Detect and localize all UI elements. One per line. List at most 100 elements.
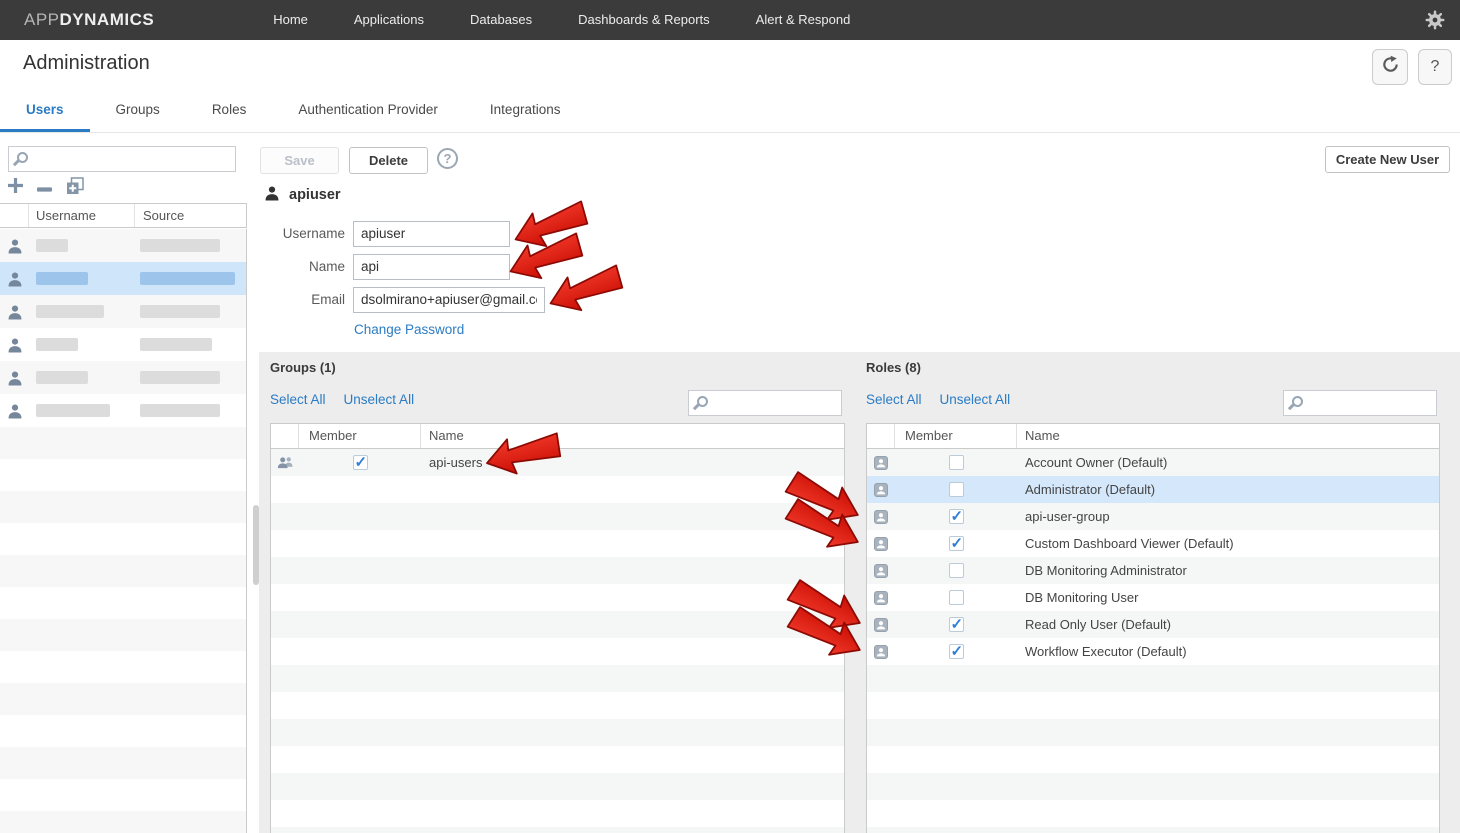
context-help-icon[interactable]: ?: [437, 148, 458, 169]
member-checkbox[interactable]: [949, 563, 964, 578]
name-column-header: Name: [421, 424, 844, 448]
row-name: DB Monitoring User: [1017, 590, 1439, 605]
roles-row-account-owner-default[interactable]: Account Owner (Default): [867, 449, 1439, 476]
user-row[interactable]: [0, 394, 246, 427]
roles-row-workflow-executor-default[interactable]: Workflow Executor (Default): [867, 638, 1439, 665]
user-row[interactable]: [0, 262, 246, 295]
member-checkbox[interactable]: [949, 455, 964, 470]
email-label: Email: [260, 292, 345, 307]
groups-search-input[interactable]: [715, 392, 839, 414]
member-checkbox[interactable]: [353, 455, 368, 470]
tab-groups[interactable]: Groups: [90, 89, 186, 132]
row-name: Custom Dashboard Viewer (Default): [1017, 536, 1439, 551]
groups-search: [688, 390, 842, 416]
username-field[interactable]: [353, 221, 510, 247]
question-mark-icon: ?: [1431, 58, 1440, 76]
roles-table-header: Member Name: [867, 424, 1439, 449]
user-row[interactable]: [0, 229, 246, 262]
help-button[interactable]: ?: [1418, 49, 1452, 85]
member-checkbox[interactable]: [949, 590, 964, 605]
change-password-link[interactable]: Change Password: [354, 322, 464, 337]
roles-search-input[interactable]: [1310, 392, 1434, 414]
user-row[interactable]: [0, 361, 246, 394]
roles-row-administrator-default[interactable]: Administrator (Default): [867, 476, 1439, 503]
name-form-row: Name: [260, 253, 510, 280]
roles-row-read-only-user-default[interactable]: Read Only User (Default): [867, 611, 1439, 638]
user-icon: [0, 337, 29, 353]
groups-unselect-all-link[interactable]: Unselect All: [344, 392, 415, 407]
role-icon: [867, 537, 895, 551]
delete-button[interactable]: Delete: [349, 147, 428, 174]
nav-item-dashboards-reports[interactable]: Dashboards & Reports: [555, 0, 733, 40]
row-name: api-user-group: [1017, 509, 1439, 524]
nav-item-alert-respond[interactable]: Alert & Respond: [733, 0, 874, 40]
tab-roles[interactable]: Roles: [186, 89, 273, 132]
refresh-icon: [1381, 55, 1400, 79]
redacted-username: [36, 404, 110, 417]
username-form-row: Username: [260, 220, 510, 247]
tab-authentication-provider[interactable]: Authentication Provider: [272, 89, 464, 132]
sidebar-search-input[interactable]: [35, 148, 233, 170]
groups-row-api-users[interactable]: api-users: [271, 449, 844, 476]
member-checkbox[interactable]: [949, 536, 964, 551]
groups-table-header: Member Name: [271, 424, 844, 449]
nav-item-applications[interactable]: Applications: [331, 0, 447, 40]
role-icon: [867, 510, 895, 524]
roles-empty-rows: [867, 665, 1439, 833]
redacted-username: [36, 305, 104, 318]
nav-item-databases[interactable]: Databases: [447, 0, 555, 40]
roles-row-custom-dashboard-viewer-default[interactable]: Custom Dashboard Viewer (Default): [867, 530, 1439, 557]
roles-row-api-user-group[interactable]: api-user-group: [867, 503, 1439, 530]
user-row[interactable]: [0, 295, 246, 328]
roles-row-db-monitoring-administrator[interactable]: DB Monitoring Administrator: [867, 557, 1439, 584]
name-label: Name: [260, 259, 345, 274]
create-new-user-button[interactable]: Create New User: [1325, 146, 1450, 173]
roles-select-all-link[interactable]: Select All: [866, 392, 922, 407]
member-checkbox[interactable]: [949, 509, 964, 524]
email-field[interactable]: [353, 287, 545, 313]
groups-select-all-link[interactable]: Select All: [270, 392, 326, 407]
groups-empty-rows: [271, 476, 844, 833]
tab-users[interactable]: Users: [0, 89, 90, 132]
roles-row-db-monitoring-user[interactable]: DB Monitoring User: [867, 584, 1439, 611]
users-sidebar: Username Source: [0, 133, 260, 833]
role-icon: [867, 456, 895, 470]
tab-integrations[interactable]: Integrations: [464, 89, 587, 132]
remove-user-icon-button[interactable]: [37, 179, 52, 197]
save-button[interactable]: Save: [260, 147, 339, 174]
duplicate-user-icon-button[interactable]: [66, 177, 84, 200]
member-checkbox[interactable]: [949, 482, 964, 497]
top-nav: APPDYNAMICS HomeApplicationsDatabasesDas…: [0, 0, 1460, 40]
redacted-username: [36, 272, 88, 285]
add-user-icon-button[interactable]: [8, 178, 23, 198]
user-icon: [0, 403, 29, 419]
nav-menu: HomeApplicationsDatabasesDashboards & Re…: [250, 0, 873, 40]
roles-rows: Account Owner (Default)Administrator (De…: [867, 449, 1439, 665]
row-name: Workflow Executor (Default): [1017, 644, 1439, 659]
roles-search: [1283, 390, 1437, 416]
redacted-username: [36, 239, 68, 252]
role-icon: [867, 645, 895, 659]
groups-table: Member Name api-users: [270, 423, 845, 833]
user-heading: apiuser: [289, 187, 341, 203]
source-column-header: Source: [135, 204, 246, 227]
group-icon: [271, 456, 299, 469]
row-name: Read Only User (Default): [1017, 617, 1439, 632]
redacted-source: [140, 272, 235, 285]
user-row[interactable]: [0, 328, 246, 361]
groups-rows: api-users: [271, 449, 844, 476]
page-title: Administration: [23, 52, 150, 75]
user-list-empty-rows: [0, 427, 246, 833]
member-checkbox[interactable]: [949, 617, 964, 632]
name-field[interactable]: [353, 254, 510, 280]
row-name: api-users: [421, 455, 844, 470]
nav-item-home[interactable]: Home: [250, 0, 331, 40]
gear-icon[interactable]: [1425, 10, 1445, 30]
roles-unselect-all-link[interactable]: Unselect All: [940, 392, 1011, 407]
refresh-button[interactable]: [1372, 49, 1408, 85]
role-icon: [867, 618, 895, 632]
member-checkbox[interactable]: [949, 644, 964, 659]
redacted-username: [36, 371, 88, 384]
user-icon: [264, 185, 280, 205]
user-icon: [0, 370, 29, 386]
